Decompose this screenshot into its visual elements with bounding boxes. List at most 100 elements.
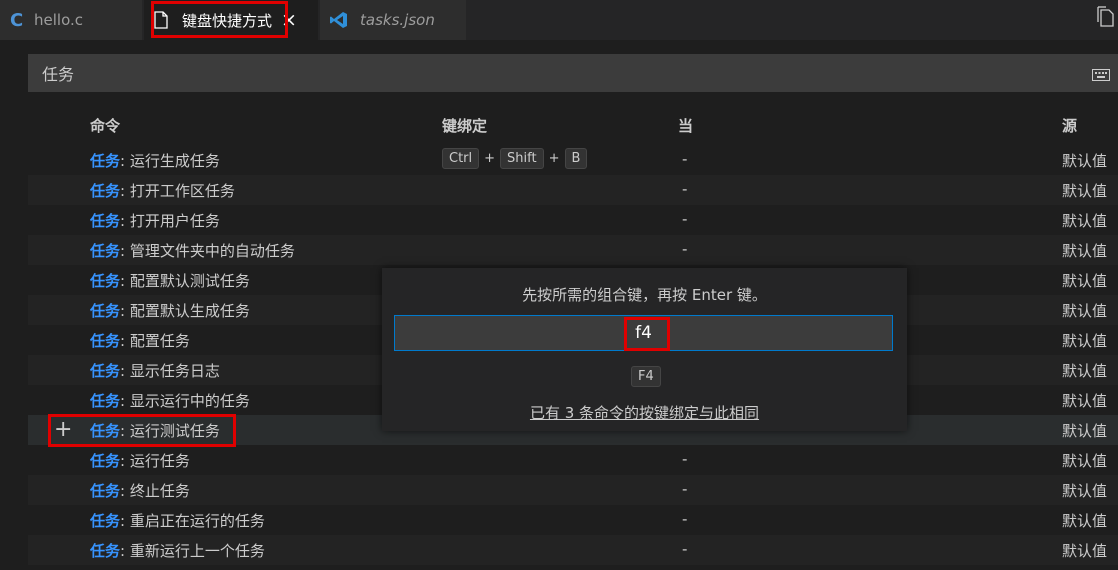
command-cell: 任务: 配置任务 — [90, 330, 190, 351]
key-label: B — [564, 148, 588, 169]
command-category: 任务 — [90, 452, 121, 470]
source-cell: 默认值 — [1062, 242, 1108, 260]
column-header-when[interactable]: 当 — [678, 115, 693, 136]
table-row[interactable]: 任务: 管理文件夹中的自动任务 - 默认值 — [28, 235, 1118, 265]
command-category: 任务 — [90, 362, 121, 380]
command-label: : 打开工作区任务 — [120, 182, 235, 200]
command-label: : 显示运行中的任务 — [120, 392, 250, 410]
when-cell: - — [682, 240, 688, 258]
when-cell: - — [682, 150, 688, 168]
command-cell: 任务: 运行测试任务 — [90, 420, 220, 441]
command-cell: 任务: 终止任务 — [90, 480, 190, 501]
c-file-icon: C — [10, 9, 24, 31]
when-cell: - — [682, 480, 688, 498]
source-cell: 默认值 — [1062, 512, 1108, 530]
command-cell: 任务: 打开用户任务 — [90, 210, 220, 231]
tab-tasks-json[interactable]: tasks.json — [320, 0, 466, 40]
command-category: 任务 — [90, 422, 121, 440]
key-separator: + — [548, 151, 560, 166]
keybindings-search-bar — [28, 54, 1118, 92]
command-category: 任务 — [90, 332, 121, 350]
command-cell: 任务: 显示运行中的任务 — [90, 390, 250, 411]
search-input[interactable] — [28, 62, 1044, 84]
command-category: 任务 — [90, 212, 121, 230]
when-cell: - — [682, 510, 688, 528]
command-label: : 运行测试任务 — [120, 422, 220, 440]
command-cell: 任务: 显示任务日志 — [90, 360, 220, 381]
close-icon[interactable]: × — [281, 9, 297, 31]
command-category: 任务 — [90, 242, 121, 260]
tab-label: hello.c — [34, 11, 83, 29]
source-cell: 默认值 — [1062, 452, 1108, 470]
key-label: Shift — [500, 148, 544, 169]
source-cell: 默认值 — [1062, 392, 1108, 410]
table-row[interactable]: 任务: 重新运行上一个任务 - 默认值 — [28, 535, 1118, 565]
command-category: 任务 — [90, 182, 121, 200]
when-cell: - — [682, 210, 688, 228]
command-cell: 任务: 配置默认生成任务 — [90, 300, 250, 321]
when-cell: - — [682, 180, 688, 198]
table-row[interactable]: 任务: 运行生成任务 Ctrl + Shift + B - 默认值 — [28, 145, 1118, 175]
command-category: 任务 — [90, 512, 121, 530]
tab-label: tasks.json — [360, 11, 435, 29]
tab-hello-c[interactable]: C hello.c — [0, 0, 142, 40]
vscode-icon — [330, 9, 352, 31]
source-cell: 默认值 — [1062, 272, 1108, 290]
table-row[interactable]: 任务: 打开用户任务 - 默认值 — [28, 205, 1118, 235]
command-cell: 任务: 运行任务 — [90, 450, 190, 471]
tab-keyboard-shortcuts[interactable]: 键盘快捷方式 × — [144, 0, 318, 40]
source-cell: 默认值 — [1062, 362, 1108, 380]
source-cell: 默认值 — [1062, 182, 1108, 200]
command-label: : 配置默认测试任务 — [120, 272, 250, 290]
table-row[interactable]: 任务: 重启正在运行的任务 - 默认值 — [28, 505, 1118, 535]
editor-tab-bar: C hello.c 键盘快捷方式 × tasks.json — [0, 0, 1118, 40]
column-header-command[interactable]: 命令 — [90, 115, 120, 136]
when-cell: - — [682, 450, 688, 468]
command-label: : 重新运行上一个任务 — [120, 542, 265, 560]
command-label: : 显示任务日志 — [120, 362, 220, 380]
command-category: 任务 — [90, 272, 121, 290]
keyboard-icon[interactable] — [1092, 67, 1110, 81]
command-label: : 配置任务 — [120, 332, 190, 350]
command-cell: 任务: 运行生成任务 — [90, 150, 220, 171]
tab-label: 键盘快捷方式 — [182, 11, 273, 30]
command-label: : 运行任务 — [120, 452, 190, 470]
conflicting-commands-link[interactable]: 已有 3 条命令的按键绑定与此相同 — [382, 402, 907, 423]
source-cell: 默认值 — [1062, 542, 1108, 560]
file-icon — [154, 9, 176, 31]
command-label: : 管理文件夹中的自动任务 — [120, 242, 295, 260]
key-separator: + — [484, 151, 496, 166]
command-cell: 任务: 打开工作区任务 — [90, 180, 235, 201]
keybinding-input[interactable]: f4 — [394, 315, 893, 351]
command-cell: 任务: 配置默认测试任务 — [90, 270, 250, 291]
source-cell: 默认值 — [1062, 152, 1108, 170]
command-category: 任务 — [90, 392, 121, 410]
table-row[interactable]: 任务: 运行任务 - 默认值 — [28, 445, 1118, 475]
key-chord-label: F4 — [631, 366, 661, 387]
when-cell: - — [682, 540, 688, 558]
command-label: : 打开用户任务 — [120, 212, 220, 230]
command-cell: 任务: 管理文件夹中的自动任务 — [90, 240, 295, 261]
command-category: 任务 — [90, 152, 121, 170]
source-cell: 默认值 — [1062, 302, 1108, 320]
source-cell: 默认值 — [1062, 482, 1108, 500]
command-label: : 配置默认生成任务 — [120, 302, 250, 320]
command-label: : 重启正在运行的任务 — [120, 512, 265, 530]
command-label: : 终止任务 — [120, 482, 190, 500]
column-header-source[interactable]: 源 — [1062, 115, 1077, 136]
command-category: 任务 — [90, 302, 121, 320]
column-header-keybinding[interactable]: 键绑定 — [442, 115, 487, 136]
command-cell: 任务: 重启正在运行的任务 — [90, 510, 265, 531]
source-cell: 默认值 — [1062, 332, 1108, 350]
table-row[interactable]: 任务: 打开工作区任务 - 默认值 — [28, 175, 1118, 205]
keybinding-cell: Ctrl + Shift + B — [442, 148, 588, 169]
command-category: 任务 — [90, 482, 121, 500]
key-label: Ctrl — [442, 148, 480, 169]
table-row[interactable]: 任务: 终止任务 - 默认值 — [28, 475, 1118, 505]
define-keybinding-widget: 先按所需的组合键，再按 Enter 键。 f4 F4 已有 3 条命令的按键绑定… — [382, 268, 907, 431]
add-keybinding-icon[interactable]: + — [54, 418, 72, 442]
open-file-icon[interactable] — [1096, 6, 1118, 30]
source-cell: 默认值 — [1062, 422, 1108, 440]
command-category: 任务 — [90, 542, 121, 560]
keybinding-prompt: 先按所需的组合键，再按 Enter 键。 — [522, 286, 767, 304]
